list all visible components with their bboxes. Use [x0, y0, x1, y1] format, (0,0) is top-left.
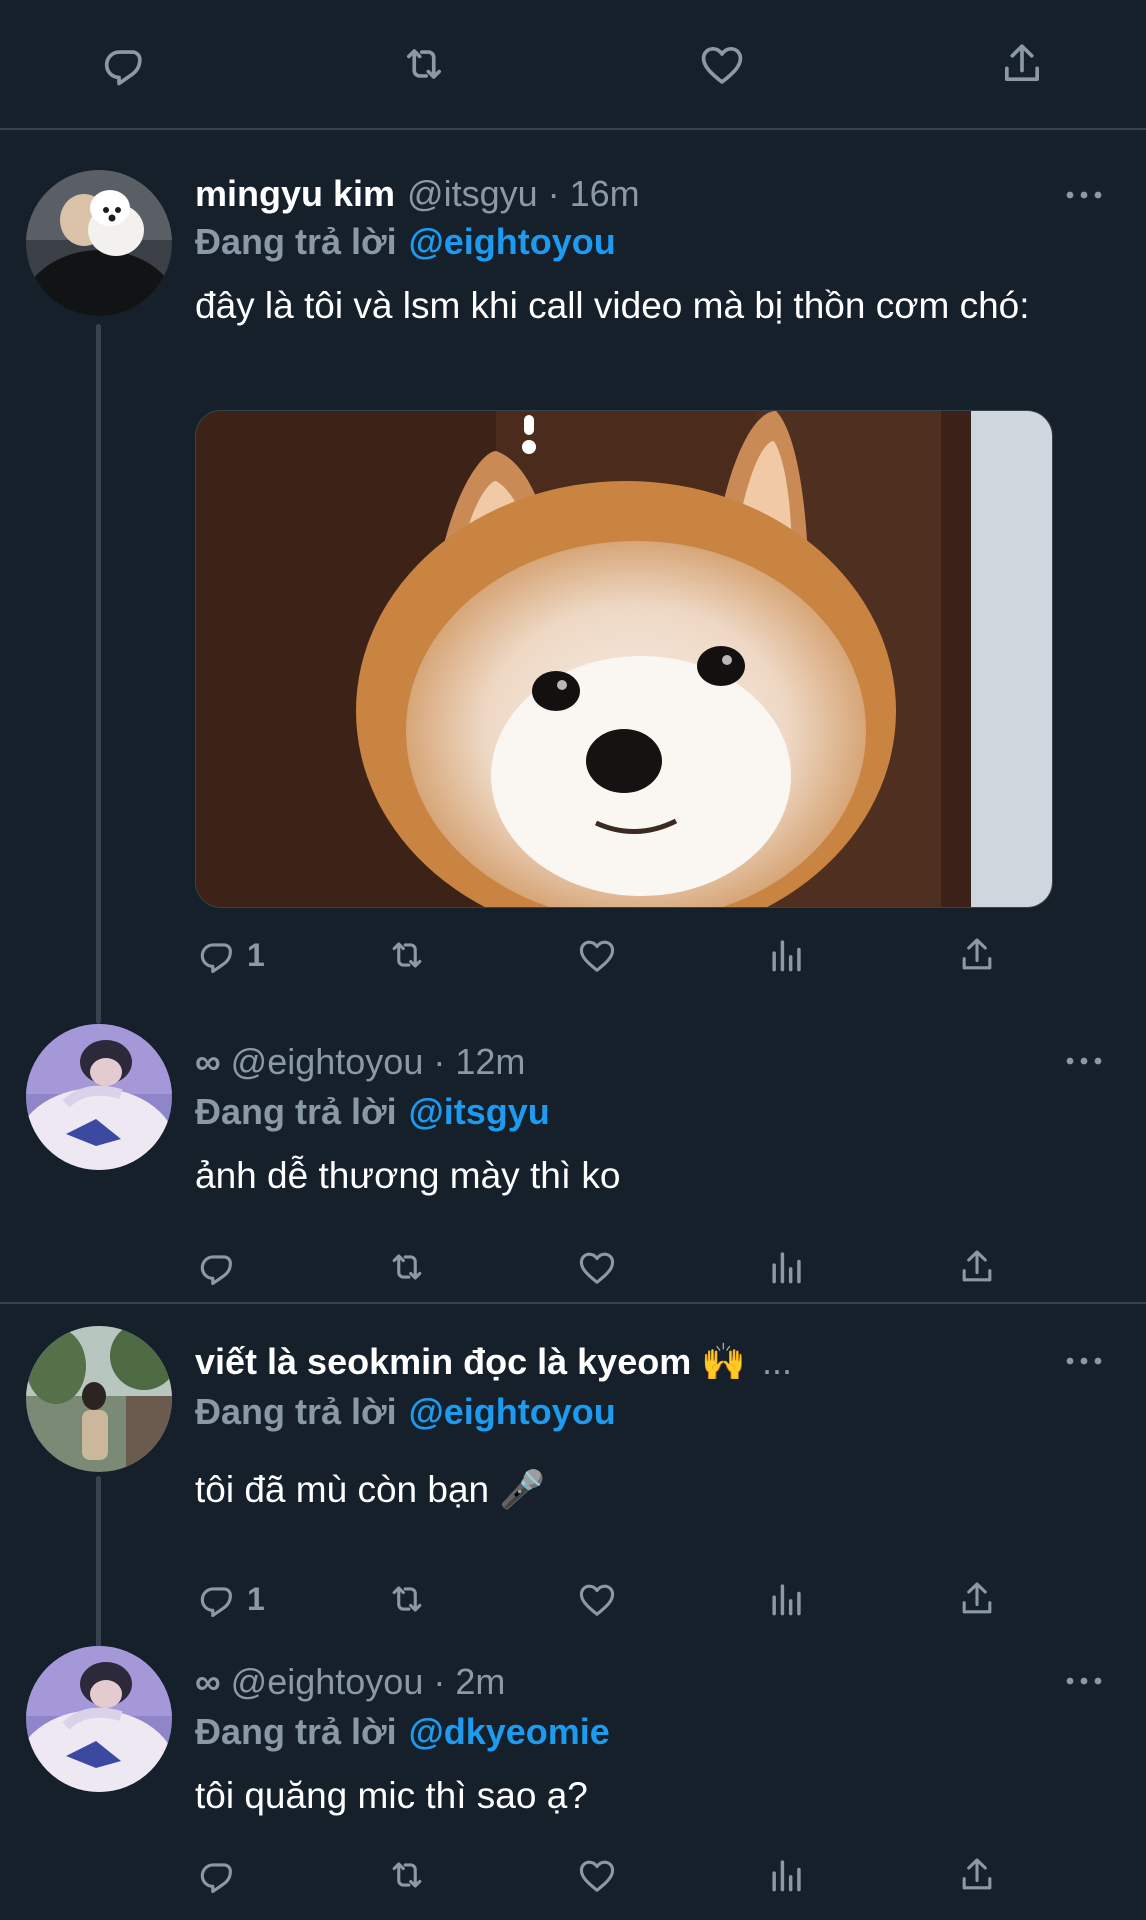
share-icon[interactable] — [992, 34, 1052, 94]
analytics-icon — [765, 1853, 809, 1897]
share-icon — [955, 1577, 999, 1621]
infinity-name-icon[interactable]: ∞ — [195, 1660, 221, 1704]
share-icon — [955, 1245, 999, 1289]
like-icon — [575, 933, 619, 977]
username[interactable]: @eightoyou — [231, 1040, 424, 1084]
replying-to: Đang trả lời @dkyeomie — [195, 1710, 610, 1754]
analytics-icon — [765, 1577, 809, 1621]
avatar[interactable] — [26, 1326, 172, 1472]
reply-button[interactable]: 1 — [195, 1574, 265, 1624]
tweet-actions — [195, 1850, 1015, 1900]
replying-to-label: Đang trả lời — [195, 1711, 397, 1752]
tweet-header: mingyu kim @itsgyu · 16m — [195, 172, 640, 216]
display-name[interactable]: viết là seokmin đọc là kyeom 🙌 — [195, 1340, 746, 1384]
infinity-name-icon[interactable]: ∞ — [195, 1040, 221, 1084]
reply-button[interactable] — [195, 1850, 239, 1900]
tweet-image-shiba[interactable] — [195, 410, 1053, 908]
more-options-button[interactable] — [1062, 180, 1106, 210]
reply-button[interactable]: 1 — [195, 930, 265, 980]
tweet[interactable]: ∞ @eightoyou · 2m Đang trả lời @dkyeomie … — [0, 1644, 1146, 1920]
share-button[interactable] — [955, 1574, 999, 1624]
reply-count: 1 — [247, 1580, 265, 1617]
retweet-icon — [385, 1577, 429, 1621]
like-button[interactable] — [575, 1850, 619, 1900]
thread-line — [96, 324, 101, 1024]
reply-count: 1 — [247, 936, 265, 973]
share-button[interactable] — [955, 930, 999, 980]
analytics-icon — [765, 933, 809, 977]
username[interactable]: @itsgyu — [407, 172, 538, 216]
like-icon — [575, 1577, 619, 1621]
analytics-button[interactable] — [765, 930, 809, 980]
tweet-text: đây là tôi và lsm khi call video mà bị t… — [195, 285, 1030, 326]
replying-to-label: Đang trả lời — [195, 1091, 397, 1132]
retweet-button[interactable] — [385, 930, 429, 980]
analytics-button[interactable] — [765, 1850, 809, 1900]
tweet-text: tôi quăng mic thì sao ạ? — [195, 1775, 588, 1816]
name-overflow-ellipsis: ... — [762, 1341, 793, 1382]
thread-line — [96, 1476, 101, 1656]
like-button[interactable] — [575, 1574, 619, 1624]
retweet-icon[interactable] — [394, 34, 454, 94]
reply-icon[interactable] — [94, 34, 154, 94]
tweet-text: tôi đã mù còn bạn 🎤 — [195, 1469, 546, 1510]
tweet-actions: 1 — [195, 930, 1015, 980]
reply-icon — [195, 933, 239, 977]
retweet-button[interactable] — [385, 1574, 429, 1624]
share-icon — [955, 1853, 999, 1897]
username[interactable]: @eightoyou — [231, 1660, 424, 1704]
retweet-button[interactable] — [385, 1242, 429, 1292]
avatar[interactable] — [26, 1646, 172, 1792]
share-button[interactable] — [955, 1850, 999, 1900]
timestamp[interactable]: · 16m — [548, 172, 640, 216]
tweet-header: ∞ @eightoyou · 2m — [195, 1660, 505, 1704]
tweet[interactable]: viết là seokmin đọc là kyeom 🙌 ... Đang … — [0, 1304, 1146, 1656]
replying-to: Đang trả lời @itsgyu — [195, 1090, 550, 1134]
reply-icon — [195, 1245, 239, 1289]
replying-to-label: Đang trả lời — [195, 221, 397, 262]
timestamp[interactable]: · 2m — [433, 1660, 505, 1704]
tweet[interactable]: mingyu kim @itsgyu · 16m Đang trả lời @ei… — [0, 130, 1146, 1024]
like-button[interactable] — [575, 930, 619, 980]
avatar[interactable] — [26, 1024, 172, 1170]
reply-mention-link[interactable]: @eightoyou — [409, 221, 616, 262]
like-button[interactable] — [575, 1242, 619, 1292]
share-icon — [955, 933, 999, 977]
like-icon — [575, 1853, 619, 1897]
replying-to: Đang trả lời @eightoyou — [195, 1390, 616, 1434]
replying-to: Đang trả lời @eightoyou — [195, 220, 616, 264]
reply-mention-link[interactable]: @eightoyou — [409, 1391, 616, 1432]
more-options-button[interactable] — [1062, 1666, 1106, 1696]
retweet-icon — [385, 933, 429, 977]
tweet-text: ảnh dễ thương mày thì ko — [195, 1155, 621, 1196]
replying-to-label: Đang trả lời — [195, 1391, 397, 1432]
reply-icon — [195, 1853, 239, 1897]
timestamp[interactable]: · 12m — [433, 1040, 525, 1084]
analytics-button[interactable] — [765, 1574, 809, 1624]
like-icon[interactable] — [692, 34, 752, 94]
tweet-actions — [195, 1242, 1015, 1292]
reply-mention-link[interactable]: @dkyeomie — [409, 1711, 610, 1752]
reply-icon — [195, 1577, 239, 1621]
more-options-button[interactable] — [1062, 1346, 1106, 1376]
share-button[interactable] — [955, 1242, 999, 1292]
tweet[interactable]: ∞ @eightoyou · 12m Đang trả lời @itsgyu ả… — [0, 1010, 1146, 1300]
avatar[interactable] — [26, 170, 172, 316]
tweet-actions: 1 — [195, 1574, 1015, 1624]
reply-button[interactable] — [195, 1242, 239, 1292]
tweet-header: viết là seokmin đọc là kyeom 🙌 ... — [195, 1340, 792, 1384]
retweet-icon — [385, 1245, 429, 1289]
retweet-button[interactable] — [385, 1850, 429, 1900]
like-icon — [575, 1245, 619, 1289]
previous-tweet-actions — [0, 0, 1146, 130]
display-name[interactable]: mingyu kim — [195, 172, 395, 216]
more-options-button[interactable] — [1062, 1046, 1106, 1076]
analytics-icon — [765, 1245, 809, 1289]
retweet-icon — [385, 1853, 429, 1897]
analytics-button[interactable] — [765, 1242, 809, 1292]
reply-mention-link[interactable]: @itsgyu — [409, 1091, 550, 1132]
tweet-header: ∞ @eightoyou · 12m — [195, 1040, 525, 1084]
